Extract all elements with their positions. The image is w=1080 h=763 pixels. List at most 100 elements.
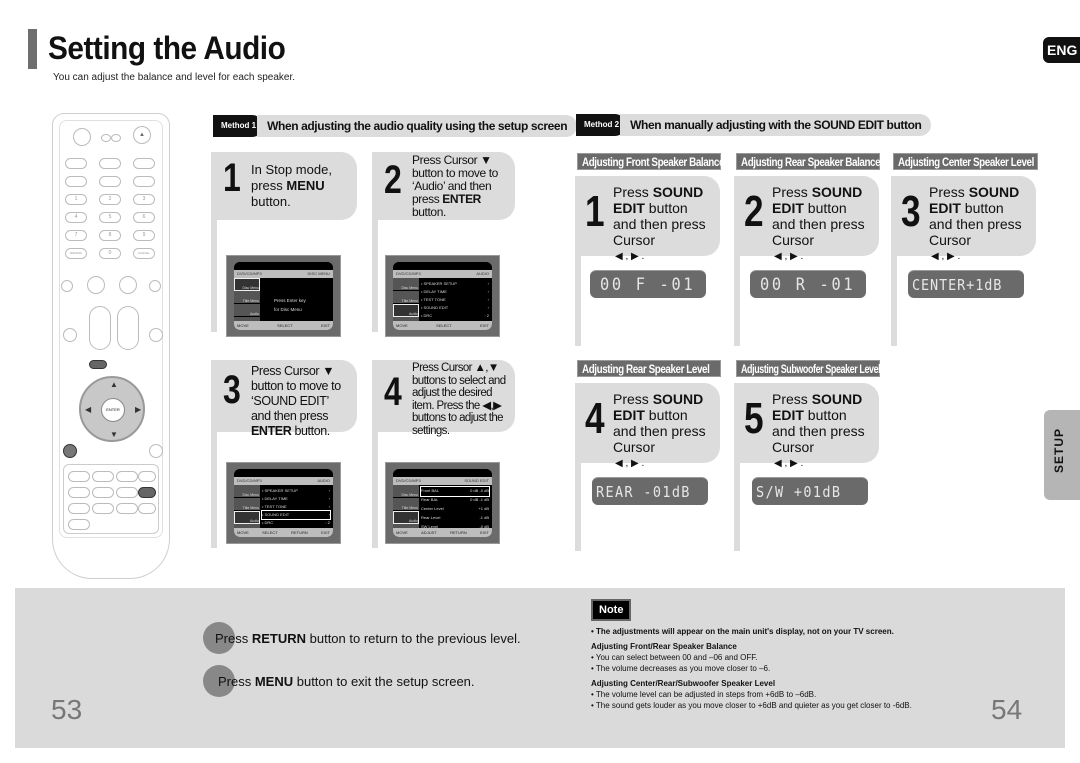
- step-text-bold: ENTER: [251, 424, 292, 438]
- tv-footer: MOVE ADJUST RETURN EXIT: [393, 528, 492, 537]
- tv-menu-value: ›: [487, 281, 489, 286]
- tv-footer-item: SELECT: [436, 323, 452, 328]
- tv-top-bar: [234, 469, 333, 477]
- tv-menu-value: ›: [328, 512, 330, 517]
- dpad-down-icon: ▼: [110, 430, 118, 439]
- tv-menu-value: -1 dB: [479, 515, 489, 520]
- tv-sidebar: Disc Menu Title Menu Audio Setup: [234, 278, 260, 330]
- step-instruction-box: 2 Press SOUND EDIT button and then press …: [740, 176, 879, 262]
- remote-button: [116, 487, 138, 498]
- cursor-arrows-icon: ◀ , ▶ .: [615, 458, 645, 469]
- step-text-body: Press SOUND EDIT button and then press Cu…: [772, 184, 871, 248]
- remote-button: [99, 176, 121, 187]
- tv-header: DVD/CD/MP3 SOUND EDIT: [393, 477, 492, 485]
- tv-screen-inner: DVD/CD/MP3 DISC MENU Disc Menu Title Menu…: [234, 262, 333, 330]
- tv-menu-label: • SOUND EDIT: [421, 305, 449, 310]
- remote-mute-button: [149, 444, 163, 458]
- tv-menu-row: • SPEAKER SETUP ›: [262, 487, 330, 495]
- section-label-text: Adjusting Center Speaker Level: [898, 155, 1034, 169]
- section-label-center-level: Adjusting Center Speaker Level: [893, 153, 1038, 170]
- step-text-part: button.: [412, 205, 446, 219]
- step-text-body: Press SOUND EDIT button and then press Cu…: [613, 391, 712, 455]
- tv-header-left: DVD/CD/MP3: [396, 478, 421, 483]
- tv-footer: MOVE SELECT EXIT: [234, 321, 333, 330]
- tv-top-bar: [393, 262, 492, 270]
- tv-footer-item: SELECT: [262, 530, 278, 535]
- remote-skip-forward-button: [149, 280, 161, 292]
- step-text-body: Press SOUND EDIT button and then press Cu…: [613, 184, 712, 248]
- tv-screen-sound-edit-adjust: DVD/CD/MP3 SOUND EDIT Disc Menu Title Men…: [385, 462, 500, 544]
- method2-step-3: 3 Press SOUND EDIT button and then press …: [891, 176, 1036, 346]
- tv-menu-value: ›: [487, 297, 489, 302]
- tv-menu-label: • TEST TONE: [421, 297, 446, 302]
- tv-side-item: Title Menu: [234, 498, 260, 511]
- remote-enter-button: ENTER: [101, 398, 125, 422]
- tv-footer-item: MOVE: [396, 530, 408, 535]
- step-text-part: Press Cursor ▼ button to move to ‘SOUND …: [251, 364, 341, 423]
- remote-button: [138, 471, 156, 482]
- tv-header-left: DVD/CD/MP3: [237, 478, 262, 483]
- method2-badge: Method 2: [576, 114, 627, 136]
- remote-key: 4: [65, 212, 87, 223]
- tv-screen-inner: DVD/CD/MP3 AUDIO Disc Menu Title Menu Aud…: [234, 469, 333, 537]
- section-label-text: Adjusting Subwoofer Speaker Level: [741, 362, 881, 376]
- remote-pl-mode-button: [63, 328, 77, 342]
- remote-open-close-button: ▲: [133, 126, 151, 144]
- remote-lower-panel: [63, 464, 159, 534]
- tv-menu-row: • DRC: 2: [421, 312, 489, 320]
- tv-footer-item: MOVE: [237, 323, 249, 328]
- step-instruction-box: 3 Press Cursor ▼ button to move to ‘SOUN…: [217, 360, 357, 438]
- tv-menu-row: Rear BAL 0 dB -1 dB: [421, 496, 489, 505]
- remote-button: [99, 158, 121, 169]
- tv-side-item: Audio: [234, 304, 260, 317]
- remote-button: [116, 471, 138, 482]
- tv-menu-value: ›: [328, 504, 330, 509]
- step-text-part: Press: [613, 184, 653, 200]
- cursor-arrows-icon: ◀ , ▶ .: [615, 251, 645, 262]
- section-label-rear-level: Adjusting Rear Speaker Level: [577, 360, 721, 377]
- tv-footer-item: EXIT: [321, 323, 330, 328]
- tv-menu-label: Front BAL: [421, 488, 440, 493]
- tv-footer: MOVE SELECT RETURN EXIT: [234, 528, 333, 537]
- tv-side-item: Disc Menu: [234, 485, 260, 498]
- method2-step-1: 1 Press SOUND EDIT button and then press …: [575, 176, 720, 346]
- tv-menu-row: • SOUND EDIT ›: [421, 304, 489, 312]
- section-label-text: Adjusting Rear Speaker Balance: [741, 155, 881, 169]
- tv-menu-label: Rear BAL: [421, 497, 439, 502]
- tv-message-line: Press Enter key: [274, 298, 306, 303]
- hint-menu: Press MENU button to exit the setup scre…: [203, 665, 475, 697]
- step-instruction-box: 1 Press SOUND EDIT button and then press …: [581, 176, 720, 262]
- tv-screen-disc-menu: DVD/CD/MP3 DISC MENU Disc Menu Title Menu…: [226, 255, 341, 337]
- tv-menu-label: • SPEAKER SETUP: [262, 488, 298, 493]
- note-item: • The volume level can be adjusted in st…: [591, 690, 817, 699]
- remote-button: [65, 158, 87, 169]
- tv-side-item: Disc Menu: [393, 485, 419, 498]
- tv-menu-value: ›: [487, 305, 489, 310]
- tv-top-bar: [234, 262, 333, 270]
- tv-menu-row: • DELAY TIME ›: [421, 288, 489, 296]
- tv-footer-item: MOVE: [237, 530, 249, 535]
- step-text-part: Press: [772, 184, 812, 200]
- page-number-right: 54: [991, 694, 1023, 725]
- remote-key: 0: [99, 248, 121, 259]
- step-number: 4: [384, 370, 402, 414]
- title-accent-bar: [28, 29, 37, 69]
- remote-key: 5: [99, 212, 121, 223]
- step-text: Press SOUND EDIT button and then press Cu…: [772, 391, 871, 469]
- lcd-display-subwoofer-level: S/W +01dB: [752, 477, 868, 505]
- tv-footer-item: ADJUST: [421, 530, 437, 535]
- remote-stop-button: [87, 276, 105, 294]
- step-text-bold: EDIT: [772, 407, 804, 423]
- step-text: Press Cursor ▼ button to move to ‘Audio’…: [412, 154, 507, 219]
- tv-footer-item: EXIT: [321, 530, 330, 535]
- tv-menu-row-selected: • SOUND EDIT ›: [261, 510, 331, 520]
- step-text: Press Cursor ▼ button to move to ‘SOUND …: [251, 364, 349, 438]
- note-section: Note • The adjustments will appear on th…: [591, 599, 981, 711]
- note-item: • You can select between 00 and –06 and …: [591, 653, 758, 662]
- step-text: In Stop mode, press MENU button.: [251, 162, 349, 212]
- remote-tv-switch: [101, 134, 111, 142]
- tv-header: DVD/CD/MP3 DISC MENU: [234, 270, 333, 278]
- method2-step-2: 2 Press SOUND EDIT button and then press …: [734, 176, 879, 346]
- tv-header-right: AUDIO: [317, 478, 330, 483]
- step-text: Press SOUND EDIT button and then press Cu…: [613, 391, 712, 469]
